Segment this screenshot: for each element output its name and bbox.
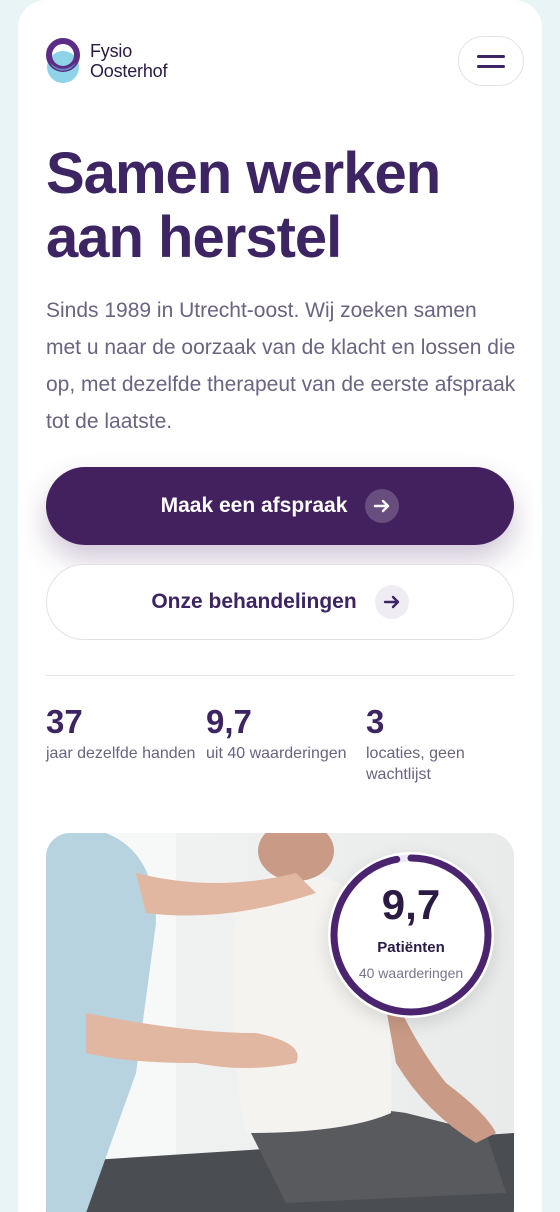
hamburger-menu-icon-bar xyxy=(477,64,505,68)
brand-name-line2: Oosterhof xyxy=(90,61,168,81)
menu-button[interactable] xyxy=(458,36,524,86)
rating-count: 40 waarderingen xyxy=(358,965,464,981)
stat-label: uit 40 waarderingen xyxy=(206,745,347,762)
stat-value: 9,7 xyxy=(206,703,252,740)
stat-label: locaties, geen wachtlijst xyxy=(366,745,465,783)
brand-name: Fysio Oosterhof xyxy=(90,41,167,81)
divider xyxy=(46,675,514,676)
rating-badge: 9,7 Patiënten 40 waarderingen xyxy=(328,852,494,1018)
stat-years: 37 jaar dezelfde handen xyxy=(46,703,206,785)
make-appointment-label: Maak een afspraak xyxy=(160,494,348,517)
stat-rating: 9,7 uit 40 waarderingen xyxy=(206,703,366,785)
brand-logo[interactable]: Fysio Oosterhof xyxy=(46,38,167,84)
stat-label: jaar dezelfde handen xyxy=(46,745,196,762)
hero-text: Sinds 1989 in Utrecht-oost. Wij zoeken s… xyxy=(46,299,516,433)
brand-name-line1: Fysio xyxy=(90,41,133,61)
logo-mark-icon xyxy=(46,38,80,84)
rating-label: Patiënten xyxy=(377,939,445,956)
treatments-label: Onze behandelingen xyxy=(151,590,357,613)
stat-value: 3 xyxy=(366,703,385,740)
stat-locations: 3 locaties, geen wachtlijst xyxy=(366,703,526,785)
arrow-right-icon xyxy=(365,489,400,523)
treatments-button[interactable]: Onze behandelingen xyxy=(46,564,514,640)
hero-title: Samen werken aan herstel xyxy=(46,141,441,270)
stats-row: 37 jaar dezelfde handen 9,7 uit 40 waard… xyxy=(46,703,526,785)
stat-value: 37 xyxy=(46,703,83,740)
hamburger-menu-icon xyxy=(477,54,505,58)
rating-value: 9,7 xyxy=(381,881,441,928)
rating-ring xyxy=(330,854,492,1016)
make-appointment-button[interactable]: Maak een afspraak xyxy=(46,467,514,545)
arrow-right-icon xyxy=(374,585,409,619)
page-card: Fysio Oosterhof Samen werken aan herstel… xyxy=(18,0,542,1212)
